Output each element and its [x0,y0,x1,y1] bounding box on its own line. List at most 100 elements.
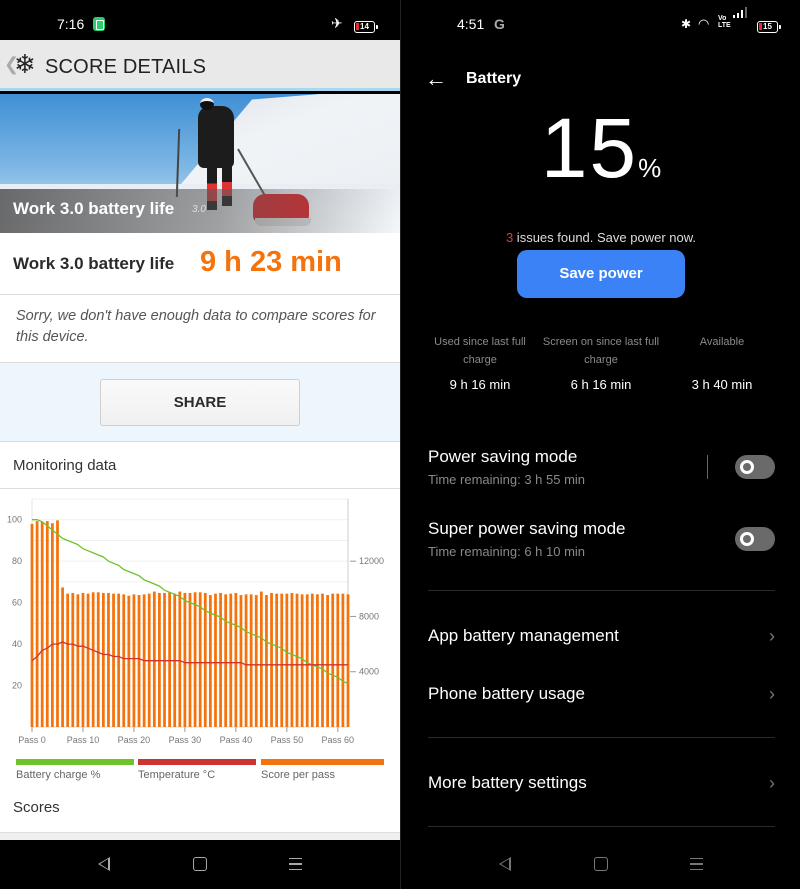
save-power-button[interactable]: Save power [517,250,685,298]
x-tick-label: Pass 60 [322,735,355,745]
score-bar [158,592,161,727]
score-bar [214,593,217,727]
item-label: More battery settings [428,773,587,792]
score-bar [76,594,80,727]
score-bar [259,591,263,727]
benchmark-hero-image: Work 3.0 battery life 3.0 [0,94,400,233]
score-bar [45,521,49,727]
legend-score: Score per pass [261,759,384,781]
stat-value: 9 h 16 min [449,377,511,392]
stat-available: Available 3 h 40 min [660,333,784,392]
score-bar [66,593,70,727]
battery-icon: 14 [354,21,378,33]
item-label: App battery management [428,626,619,645]
nav-back-icon[interactable] [499,857,511,871]
score-bar [81,592,85,727]
snowflake-icon: ❄ [14,49,36,79]
stat-value: 3 h 40 min [691,377,753,392]
battery-icon: 15 [757,21,781,33]
score-bar [275,593,279,727]
y-left-tick-label: 80 [12,556,22,566]
phone-battery-usage-item[interactable]: Phone battery usage › [428,684,775,704]
battery-percentage: 15% [401,100,800,197]
score-bar [280,593,284,727]
score-bar [229,593,233,727]
issues-text: issues found. Save power now. [513,230,697,245]
score-bar [101,592,105,727]
score-bar [193,592,197,727]
score-bar [163,592,166,727]
battery-saver-icon [93,17,105,31]
more-battery-settings-item[interactable]: More battery settings › [428,773,775,793]
score-bar [316,594,319,727]
toggle-knob [740,532,754,546]
nav-home-icon[interactable] [193,857,207,871]
score-bar [91,592,95,727]
y-left-tick-label: 40 [12,639,22,649]
score-bar [127,595,131,727]
airplane-icon: ✈ [331,15,343,31]
stat-label: Used since last full charge [434,336,526,366]
issues-message: 3 issues found. Save power now. [401,230,800,245]
score-bar [183,592,187,727]
x-tick-label: Pass 10 [67,735,100,745]
score-bar [239,595,243,727]
right-phone-screen: 4:51 G ✱ ◠ Vo LTE 15 ← Battery 15% 3 issu… [400,0,800,889]
stat-value: 6 h 16 min [570,377,632,392]
x-tick-label: Pass 20 [118,735,151,745]
score-bar [188,592,192,727]
power-saving-mode-row[interactable]: Power saving mode Time remaining: 3 h 55… [428,447,775,487]
score-bar [35,521,39,727]
y-right-tick-label: 4000 [359,667,379,677]
x-tick-label: Pass 30 [169,735,202,745]
y-left-tick-label: 60 [12,598,22,608]
google-icon: G [494,16,505,32]
score-bar [96,592,100,727]
left-phone-screen: 7:16 ✈ 14 ❮ ❄ SCORE DETAILS Work 3.0 bat… [0,0,400,889]
score-bar [209,595,212,727]
score-bar [40,521,44,727]
score-bar [254,595,258,727]
super-power-saving-toggle[interactable] [735,527,775,551]
nav-recents-icon[interactable] [690,858,703,870]
power-saving-toggle[interactable] [735,455,775,479]
score-bar [117,593,121,727]
nav-back-icon[interactable] [98,857,110,871]
score-bar [346,594,350,727]
y-left-tick-label: 100 [7,515,22,525]
legend-label: Score per pass [261,769,335,781]
bluetooth-icon: ✱ [681,17,692,31]
score-bar [310,593,314,727]
score-label: Work 3.0 battery life [13,254,175,273]
wifi-icon: ◠ [698,16,710,31]
legend-label: Battery charge % [16,769,101,781]
stat-used: Used since last full charge 9 h 16 min [418,333,542,392]
score-bar [285,593,289,727]
score-bar [122,594,126,727]
vertical-divider [707,455,708,479]
battery-percent-value: 15 [540,101,639,195]
score-bar [219,592,222,727]
setting-subtitle: Time remaining: 6 h 10 min [428,544,586,559]
chevron-right-icon: › [769,626,775,646]
share-button[interactable]: SHARE [100,379,300,426]
status-bar: 7:16 ✈ 14 [0,0,400,40]
nav-home-icon[interactable] [594,857,608,871]
percent-sign: % [638,153,662,183]
score-bar [61,587,64,727]
app-battery-management-item[interactable]: App battery management › [428,626,775,646]
stat-label: Available [699,336,745,348]
navigation-bar [401,840,800,889]
y-right-tick-label: 8000 [359,611,379,621]
x-tick-label: Pass 50 [271,735,304,745]
score-bar [295,593,299,727]
chevron-right-icon: › [769,773,775,793]
super-power-saving-mode-row[interactable]: Super power saving mode Time remaining: … [428,519,775,559]
legend-temperature: Temperature °C [138,759,256,781]
score-bar [305,594,309,727]
hero-title: Work 3.0 battery life [13,199,175,218]
nav-recents-icon[interactable] [289,858,302,870]
back-arrow-icon[interactable]: ← [425,66,447,92]
score-bar [234,592,238,727]
comparison-notice: Sorry, we don't have enough data to comp… [0,295,400,363]
